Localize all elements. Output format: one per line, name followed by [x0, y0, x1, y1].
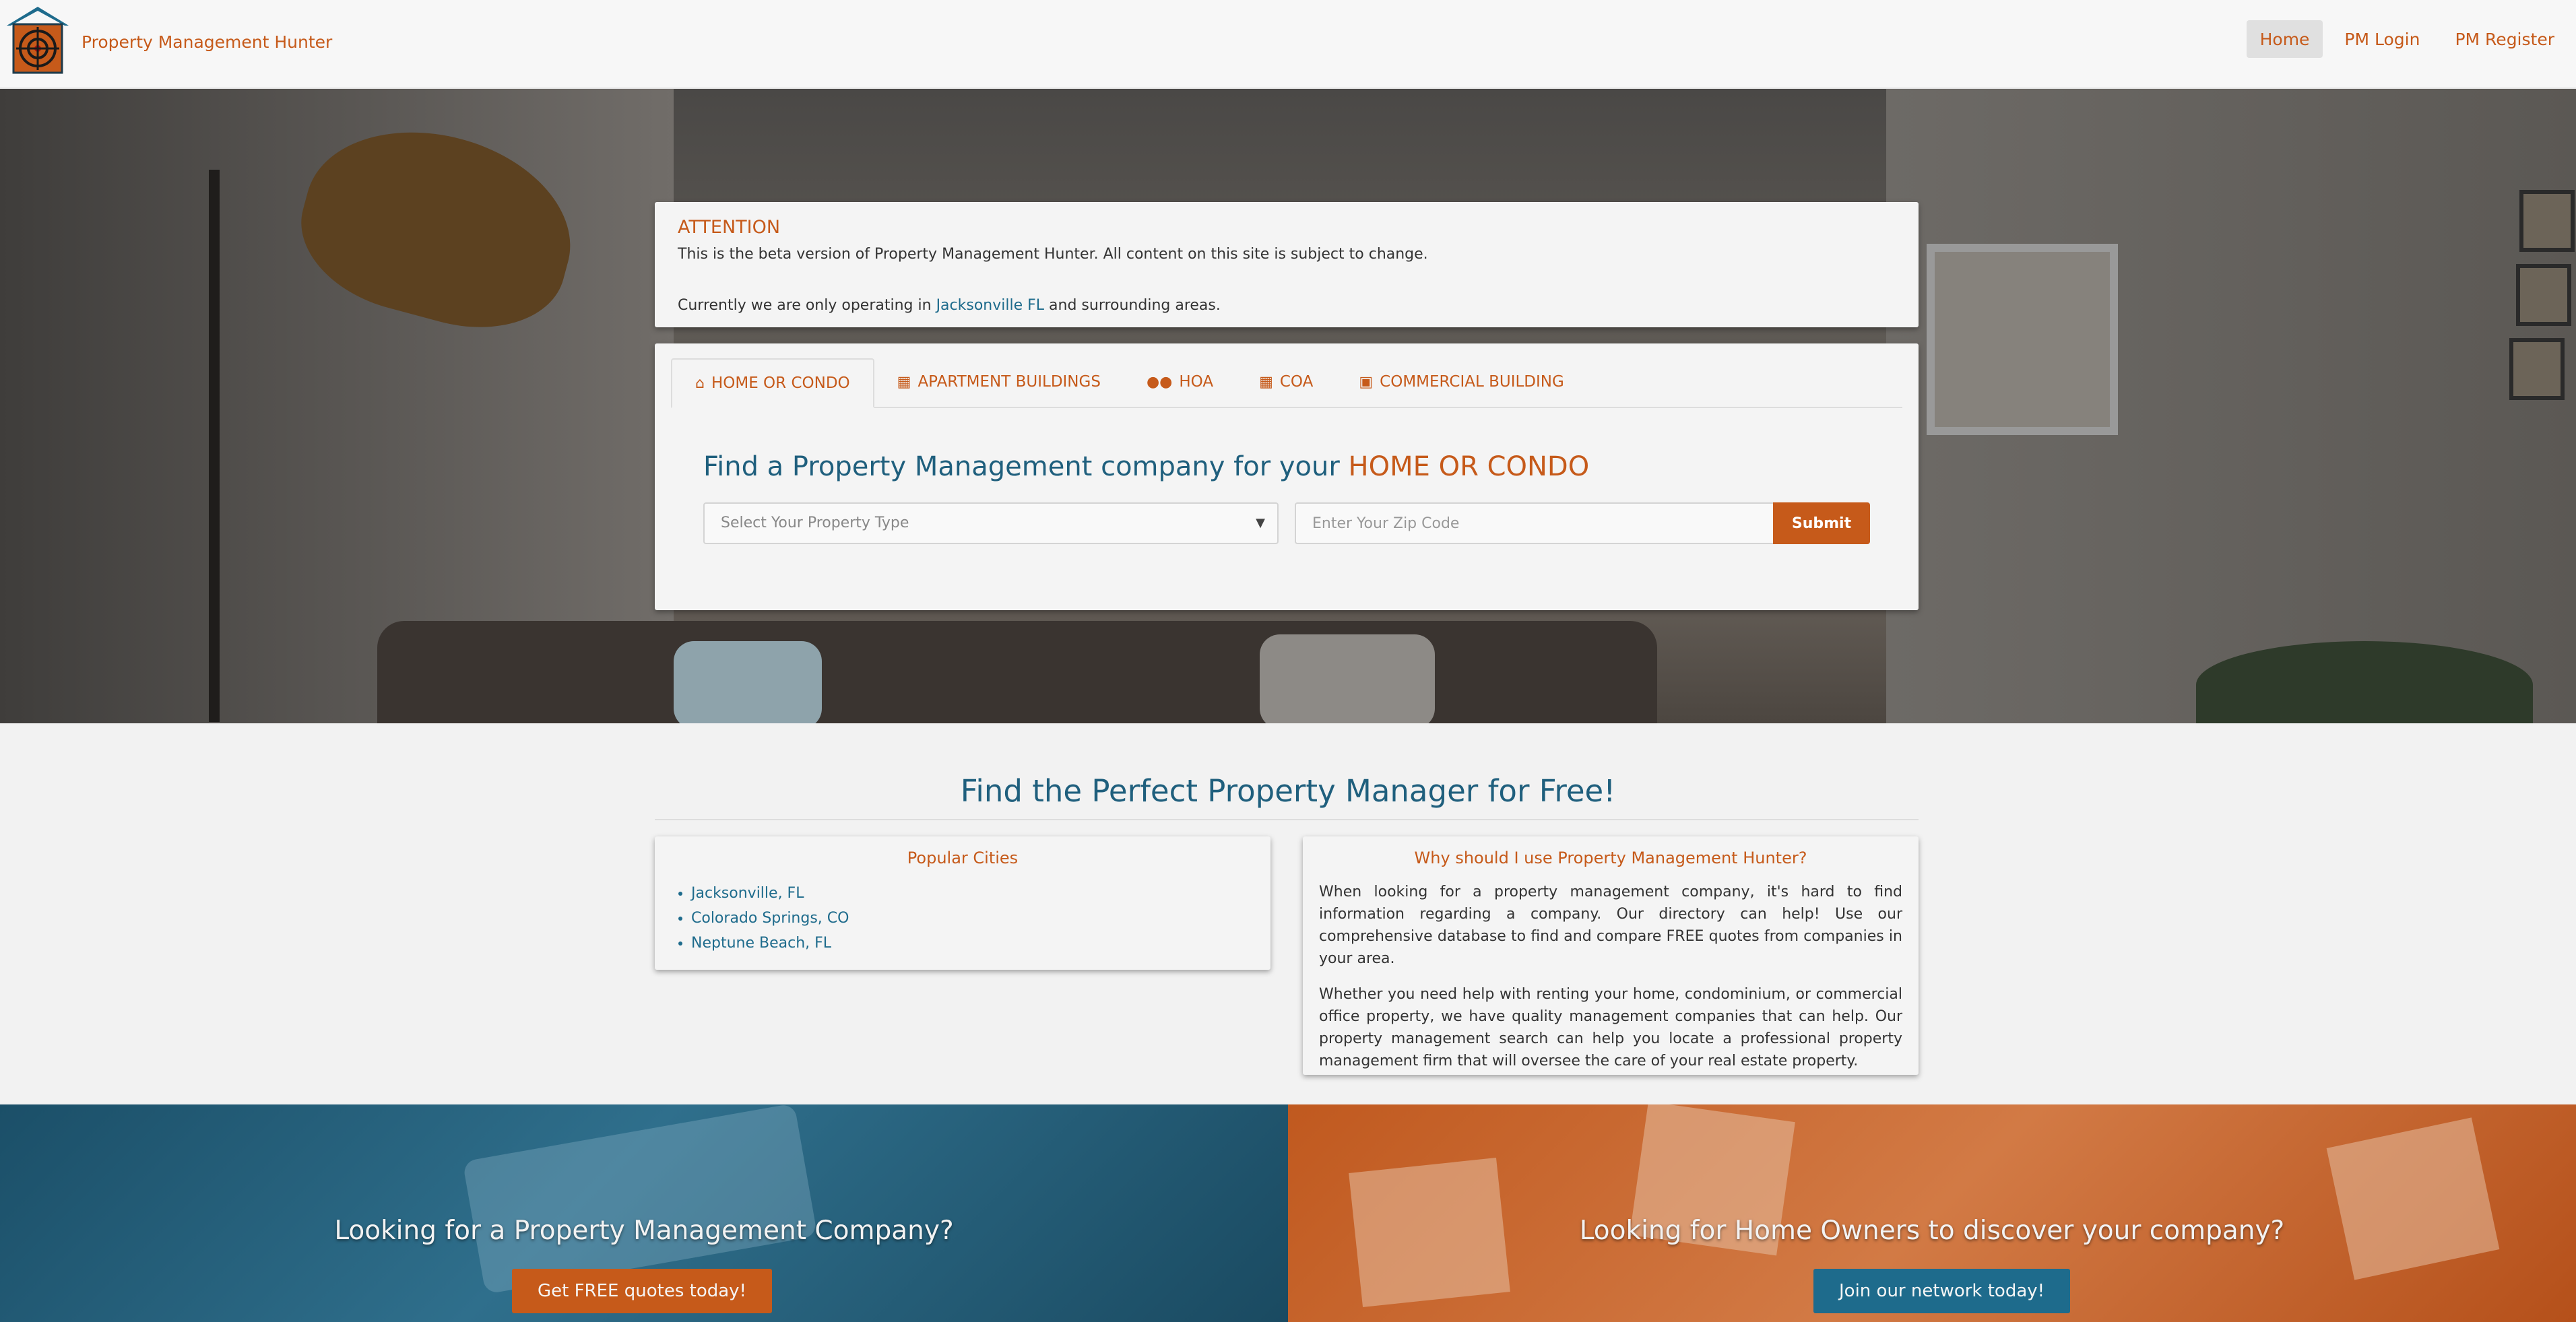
why-use-title: Why should I use Property Management Hun…: [1414, 849, 1807, 867]
hero-pillow: [674, 641, 822, 723]
nav-pm-login-link[interactable]: PM Login: [2331, 20, 2433, 58]
join-network-button[interactable]: Join our network today!: [1813, 1269, 2071, 1313]
hero-picture-frame: [2509, 338, 2565, 400]
why-use-paragraph-2: Whether you need help with renting your …: [1319, 986, 1902, 1069]
submit-button[interactable]: Submit: [1773, 502, 1870, 544]
property-type-select-placeholder: Select Your Property Type: [721, 515, 909, 531]
top-navbar: Property Management Hunter Home PM Login…: [0, 0, 2576, 89]
property-type-select[interactable]: Select Your Property Type ▼: [703, 502, 1279, 544]
tab-home-or-condo[interactable]: ⌂ HOME OR CONDO: [671, 358, 874, 408]
hero-pillow: [1260, 634, 1435, 723]
search-heading: Find a Property Management company for y…: [703, 451, 1589, 482]
banner-background-image: [2326, 1117, 2500, 1280]
tab-apartment-buildings[interactable]: ▦ APARTMENT BUILDINGS: [874, 358, 1124, 405]
banner-background-image: [462, 1104, 818, 1294]
popular-cities-title: Popular Cities: [907, 849, 1019, 867]
attention-title: ATTENTION: [678, 217, 781, 238]
hero-picture-frame: [2519, 190, 2575, 252]
tab-label: HOME OR CONDO: [711, 374, 850, 392]
city-link[interactable]: Neptune Beach, FL: [691, 931, 1254, 956]
city-link[interactable]: Jacksonville, FL: [691, 881, 1254, 906]
attention-line1: This is the beta version of Property Man…: [678, 246, 1428, 263]
tab-label: COMMERCIAL BUILDING: [1380, 373, 1564, 391]
brand-name[interactable]: Property Management Hunter: [82, 32, 332, 52]
property-type-tabs: ⌂ HOME OR CONDO ▦ APARTMENT BUILDINGS ●●…: [671, 358, 1902, 408]
why-use-card: Why should I use Property Management Hun…: [1303, 836, 1919, 1075]
popular-cities-list: Jacksonville, FL Colorado Springs, CO Ne…: [671, 881, 1254, 956]
nav-home-link[interactable]: Home: [2246, 20, 2323, 58]
tab-commercial-building[interactable]: ▣ COMMERCIAL BUILDING: [1336, 358, 1586, 405]
property-manager-banner: Looking for Home Owners to discover your…: [1288, 1104, 2576, 1322]
section-title: Find the Perfect Property Manager for Fr…: [960, 773, 1616, 809]
jacksonville-link[interactable]: Jacksonville FL: [936, 297, 1044, 314]
search-heading-highlight: HOME OR CONDO: [1348, 451, 1590, 482]
tab-coa[interactable]: ▦ COA: [1236, 358, 1336, 405]
hero-sofa: [377, 621, 1657, 723]
popular-cities-card: Popular Cities Jacksonville, FL Colorado…: [655, 836, 1270, 970]
attention-spacer: [678, 267, 1896, 293]
building-icon: ▦: [897, 373, 911, 391]
search-heading-prefix: Find a Property Management company for y…: [703, 451, 1349, 482]
hero-window: [1927, 244, 2118, 435]
logo-icon[interactable]: [4, 5, 71, 75]
home-icon: ⌂: [695, 374, 705, 392]
briefcase-icon: ▣: [1359, 373, 1374, 391]
section-divider: [655, 819, 1919, 820]
attention-line2-prefix: Currently we are only operating in: [678, 297, 936, 314]
search-card: ⌂ HOME OR CONDO ▦ APARTMENT BUILDINGS ●●…: [655, 343, 1919, 610]
nav-pm-register-link[interactable]: PM Register: [2441, 20, 2568, 58]
nav-links: Home PM Login PM Register: [2246, 20, 2576, 58]
zip-code-input[interactable]: [1295, 502, 1774, 544]
banner-left-text: Looking for a Property Management Compan…: [334, 1216, 954, 1246]
chevron-down-icon: ▼: [1256, 516, 1265, 530]
attention-line2-suffix: and surrounding areas.: [1044, 297, 1221, 314]
banner-right-text: Looking for Home Owners to discover your…: [1579, 1216, 2285, 1246]
attention-line2: Currently we are only operating in Jacks…: [678, 293, 1896, 319]
get-free-quotes-button[interactable]: Get FREE quotes today!: [512, 1269, 772, 1313]
users-icon: ●●: [1146, 373, 1173, 391]
property-owner-banner: Looking for a Property Management Compan…: [0, 1104, 1288, 1322]
why-use-paragraph-1: When looking for a property management c…: [1319, 884, 1902, 967]
attention-notice: ATTENTION This is the beta version of Pr…: [655, 202, 1919, 327]
tab-label: HOA: [1179, 373, 1214, 391]
building-icon: ▦: [1259, 373, 1273, 391]
tab-label: APARTMENT BUILDINGS: [917, 373, 1101, 391]
tab-label: COA: [1279, 373, 1314, 391]
hero-picture-frame: [2516, 264, 2571, 326]
tab-hoa[interactable]: ●● HOA: [1124, 358, 1236, 405]
hero-lamp-pole: [209, 170, 220, 722]
city-link[interactable]: Colorado Springs, CO: [691, 906, 1254, 931]
hero-plant: [2196, 641, 2533, 723]
